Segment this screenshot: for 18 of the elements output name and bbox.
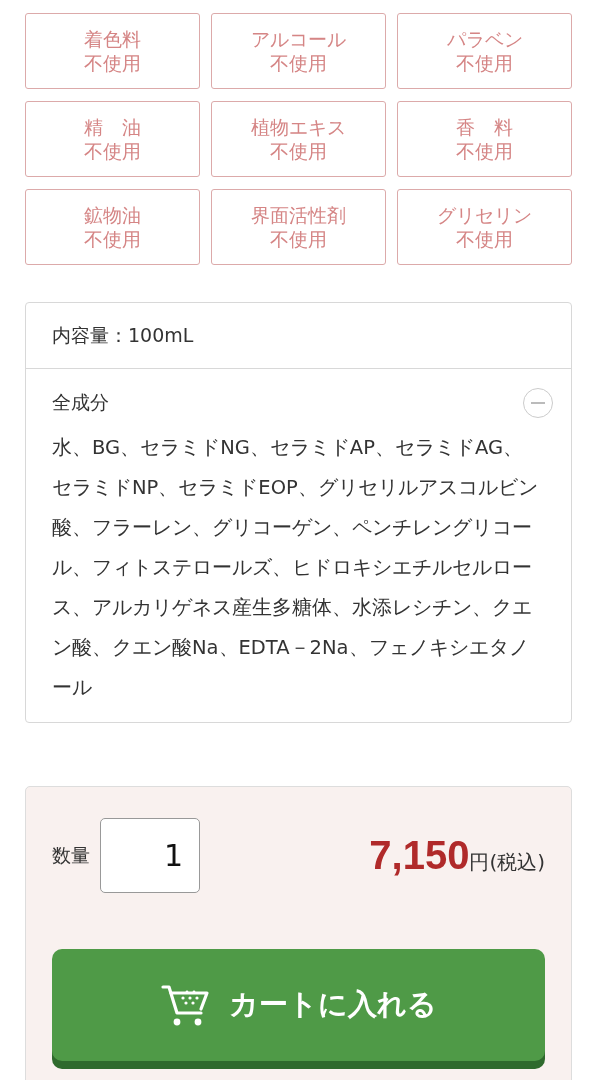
free-from-badge: 精 油 不使用 bbox=[25, 101, 200, 177]
ingredients-title: 全成分 bbox=[52, 390, 109, 415]
free-from-badge: 植物エキス 不使用 bbox=[211, 101, 386, 177]
volume-text: 内容量：100mL bbox=[52, 322, 194, 348]
quantity-field[interactable]: 1 bbox=[100, 818, 200, 893]
currency-unit: 円 bbox=[469, 849, 490, 876]
free-from-badge: 着色料 不使用 bbox=[25, 13, 200, 89]
cart-icon bbox=[160, 983, 211, 1027]
free-from-badge: パラベン 不使用 bbox=[397, 13, 572, 89]
free-from-badge: 界面活性剤 不使用 bbox=[211, 189, 386, 265]
price: 7,150 bbox=[369, 833, 470, 878]
free-from-badge: アルコール 不使用 bbox=[211, 13, 386, 89]
tax-note: (税込) bbox=[489, 849, 545, 876]
free-from-badge: 鉱物油 不使用 bbox=[25, 189, 200, 265]
quantity-label: 数量 bbox=[52, 842, 90, 868]
free-from-badge: 香 料 不使用 bbox=[397, 101, 572, 177]
free-from-badge: グリセリン 不使用 bbox=[397, 189, 572, 265]
ingredients-text: 水、BG、セラミドNG、セラミドAP、セラミドAG、セラミドNP、セラミドEOP、グリセリルアスコルビン酸、フラーレン、グリコーゲン、ペンチレングリコール、フィトステロールズ、ヒドロキシエチルセルロース、アルカリゲネス産生多糖体、水添レシチン、クエン酸、クエン酸Na、EDTA－2Na、フェノキシエタノール bbox=[52, 435, 539, 701]
